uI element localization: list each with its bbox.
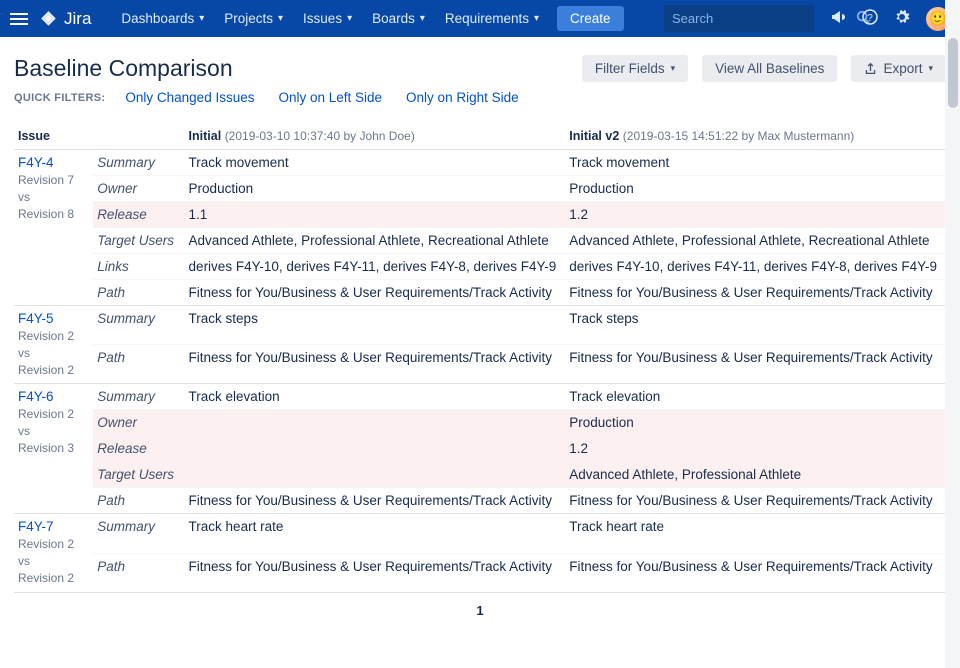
right-value: Track movement [565, 150, 946, 176]
right-value: Track steps [565, 306, 946, 345]
table-row: F4Y-5Revision 2vsRevision 2SummaryTrack … [14, 306, 946, 345]
export-button[interactable]: Export▾ [851, 55, 946, 82]
search-box[interactable] [664, 5, 814, 32]
table-row: Linksderives F4Y-10, derives F4Y-11, der… [14, 254, 946, 280]
right-value: Fitness for You/Business & User Requirem… [565, 553, 946, 592]
right-value: Track elevation [565, 384, 946, 410]
left-value [185, 410, 566, 436]
field-name: Path [93, 280, 184, 306]
menu-icon[interactable] [10, 13, 28, 25]
field-name: Target Users [93, 228, 184, 254]
issue-revision: Revision 2vsRevision 2 [18, 536, 89, 586]
nav-item-boards[interactable]: Boards▾ [364, 7, 433, 30]
field-name: Summary [93, 306, 184, 345]
megaphone-icon[interactable] [830, 9, 846, 28]
left-value: Track steps [185, 306, 566, 345]
left-value [185, 462, 566, 488]
col-right: Initial v2 (2019-03-15 14:51:22 by Max M… [565, 123, 946, 150]
right-value: Production [565, 410, 946, 436]
left-value: Track heart rate [185, 514, 566, 553]
page-title: Baseline Comparison [14, 55, 233, 82]
scrollbar-vertical[interactable] [945, 0, 960, 668]
field-name: Links [93, 254, 184, 280]
pager: 1 [14, 593, 946, 622]
field-name: Target Users [93, 462, 184, 488]
table-row: F4Y-7Revision 2vsRevision 2SummaryTrack … [14, 514, 946, 553]
table-row: F4Y-4Revision 7vsRevision 8SummaryTrack … [14, 150, 946, 176]
field-name: Summary [93, 384, 184, 410]
help-icon[interactable]: ? [862, 9, 878, 28]
issue-revision: Revision 2vsRevision 2 [18, 328, 89, 378]
issue-key-link[interactable]: F4Y-6 [18, 389, 89, 404]
issue-revision: Revision 2vsRevision 3 [18, 406, 89, 456]
table-row: Release 1.2 [14, 436, 946, 462]
filter-only-on-right-side[interactable]: Only on Right Side [406, 90, 519, 105]
filter-only-on-left-side[interactable]: Only on Left Side [278, 90, 382, 105]
left-value: Track elevation [185, 384, 566, 410]
left-value: Track movement [185, 150, 566, 176]
col-issue: Issue [14, 123, 93, 150]
left-value: Fitness for You/Business & User Requirem… [185, 488, 566, 514]
table-row: PathFitness for You/Business & User Requ… [14, 280, 946, 306]
table-row: F4Y-6Revision 2vsRevision 3SummaryTrack … [14, 384, 946, 410]
left-value: Fitness for You/Business & User Requirem… [185, 345, 566, 384]
view-all-baselines-button[interactable]: View All Baselines [702, 55, 837, 82]
table-row: OwnerProductionProduction [14, 176, 946, 202]
jira-logo[interactable]: Jira [40, 9, 91, 29]
nav-item-projects[interactable]: Projects▾ [216, 7, 291, 30]
comparison-table: Issue Initial (2019-03-10 10:37:40 by Jo… [14, 123, 946, 593]
right-value: Track heart rate [565, 514, 946, 553]
issue-key-link[interactable]: F4Y-5 [18, 311, 89, 326]
left-value: Advanced Athlete, Professional Athlete, … [185, 228, 566, 254]
field-name: Release [93, 202, 184, 228]
field-name: Release [93, 436, 184, 462]
filter-only-changed-issues[interactable]: Only Changed Issues [125, 90, 254, 105]
right-value: Advanced Athlete, Professional Athlete, … [565, 228, 946, 254]
nav-item-issues[interactable]: Issues▾ [295, 7, 360, 30]
left-value: 1.1 [185, 202, 566, 228]
left-value: Fitness for You/Business & User Requirem… [185, 553, 566, 592]
filter-fields-button[interactable]: Filter Fields▾ [582, 55, 688, 82]
right-value: 1.2 [565, 202, 946, 228]
right-value: Advanced Athlete, Professional Athlete [565, 462, 946, 488]
issue-key-link[interactable]: F4Y-7 [18, 519, 89, 534]
left-value [185, 436, 566, 462]
create-button[interactable]: Create [557, 6, 624, 31]
table-row: PathFitness for You/Business & User Requ… [14, 488, 946, 514]
field-name: Summary [93, 514, 184, 553]
gear-icon[interactable] [894, 9, 910, 28]
right-value: Fitness for You/Business & User Requirem… [565, 280, 946, 306]
logo-text: Jira [64, 9, 91, 29]
top-nav: Jira Dashboards▾Projects▾Issues▾Boards▾R… [0, 0, 960, 37]
field-name: Path [93, 488, 184, 514]
table-row: PathFitness for You/Business & User Requ… [14, 345, 946, 384]
field-name: Path [93, 553, 184, 592]
issue-key-link[interactable]: F4Y-4 [18, 155, 89, 170]
right-value: 1.2 [565, 436, 946, 462]
quick-filters-label: QUICK FILTERS: [14, 92, 105, 104]
table-row: Release1.11.2 [14, 202, 946, 228]
nav-item-dashboards[interactable]: Dashboards▾ [113, 7, 212, 30]
field-name: Owner [93, 176, 184, 202]
field-name: Owner [93, 410, 184, 436]
table-row: Owner Production [14, 410, 946, 436]
left-value: Production [185, 176, 566, 202]
search-input[interactable] [664, 11, 856, 26]
col-left: Initial (2019-03-10 10:37:40 by John Doe… [185, 123, 566, 150]
svg-text:?: ? [867, 13, 873, 24]
right-value: derives F4Y-10, derives F4Y-11, derives … [565, 254, 946, 280]
nav-item-requirements[interactable]: Requirements▾ [437, 7, 547, 30]
table-row: Target UsersAdvanced Athlete, Profession… [14, 228, 946, 254]
right-value: Fitness for You/Business & User Requirem… [565, 345, 946, 384]
field-name: Path [93, 345, 184, 384]
right-value: Production [565, 176, 946, 202]
table-row: PathFitness for You/Business & User Requ… [14, 553, 946, 592]
left-value: Fitness for You/Business & User Requirem… [185, 280, 566, 306]
right-value: Fitness for You/Business & User Requirem… [565, 488, 946, 514]
table-row: Target Users Advanced Athlete, Profession… [14, 462, 946, 488]
field-name: Summary [93, 150, 184, 176]
left-value: derives F4Y-10, derives F4Y-11, derives … [185, 254, 566, 280]
issue-revision: Revision 7vsRevision 8 [18, 172, 89, 222]
